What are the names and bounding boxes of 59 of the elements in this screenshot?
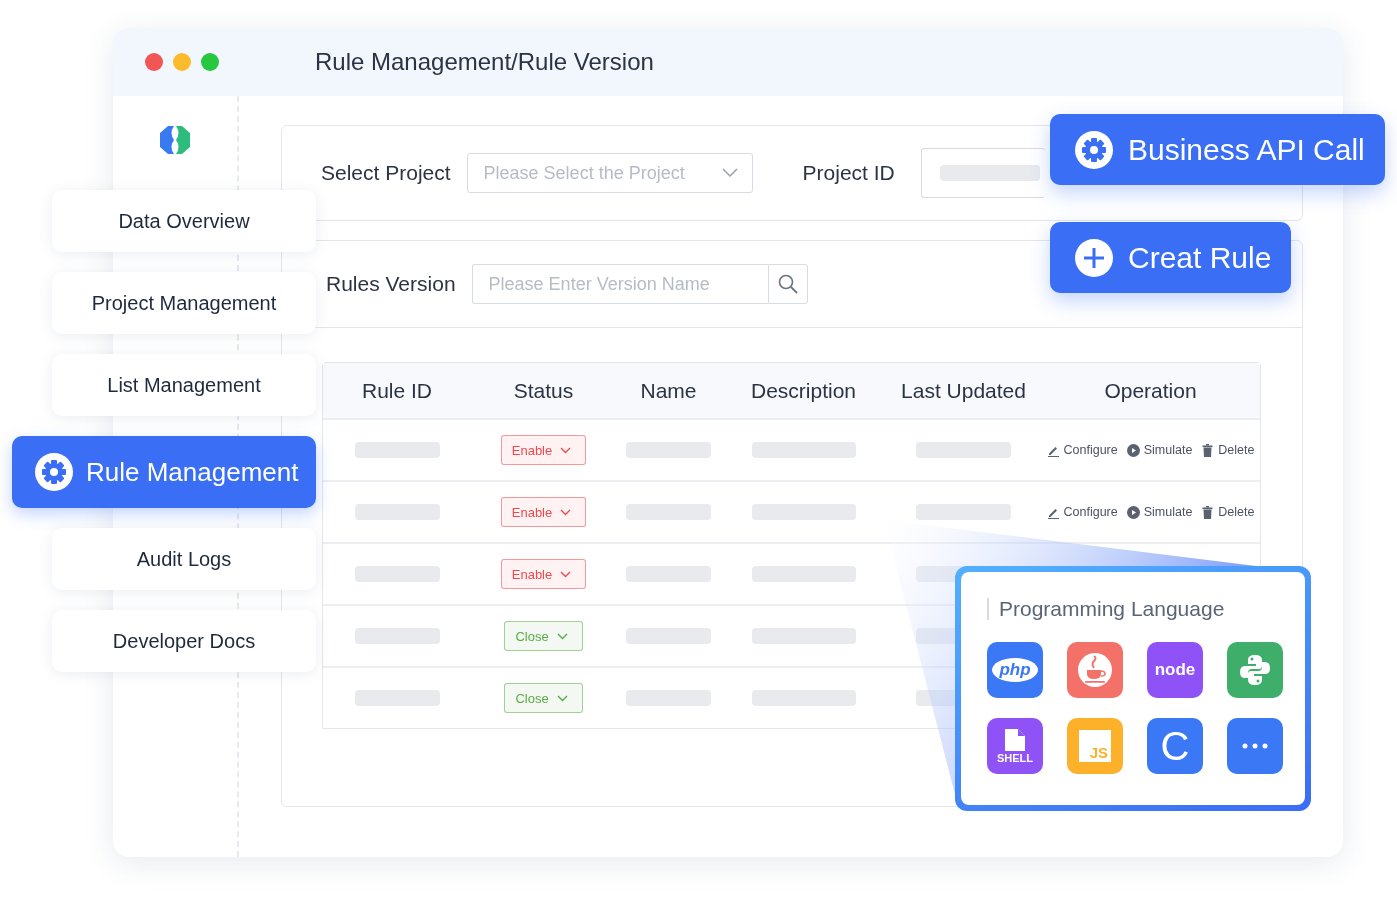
- status-dropdown[interactable]: Enable: [500, 497, 587, 527]
- chevron-down-icon: [560, 508, 572, 516]
- status-dropdown[interactable]: Close: [504, 621, 583, 651]
- java-cup-icon[interactable]: [1067, 642, 1123, 698]
- column-header: Status: [512, 378, 575, 403]
- column-header: Rule ID: [361, 378, 433, 403]
- settings-icon: [1074, 129, 1114, 170]
- chevron-down-icon: [721, 168, 738, 178]
- logo-icon: [158, 126, 192, 154]
- sidebar-item[interactable]: Rule Management: [12, 436, 316, 508]
- status-dropdown[interactable]: Close: [504, 683, 583, 713]
- trash-icon: [1201, 505, 1215, 519]
- project-id-field[interactable]: [920, 148, 1045, 198]
- panel-title: Programming Language: [987, 598, 1305, 620]
- sidebar-item[interactable]: Developer Docs: [52, 610, 316, 672]
- search-button[interactable]: [767, 264, 808, 304]
- column-header: Name: [639, 378, 698, 403]
- language-button[interactable]: php: [987, 642, 1043, 698]
- sidebar-item[interactable]: Data Overview: [52, 190, 316, 252]
- column-header: Description: [749, 378, 857, 403]
- chevron-down-icon: [560, 446, 572, 454]
- window-title: Rule Management/Rule Version: [314, 48, 654, 76]
- chevron-down-icon: [556, 694, 568, 702]
- chevron-down-icon: [560, 570, 572, 578]
- language-button[interactable]: SHELL: [987, 718, 1043, 774]
- file-icon: [1005, 728, 1025, 751]
- chevron-down-icon: [556, 632, 568, 640]
- delete-link[interactable]: Delete: [1201, 505, 1255, 519]
- play-icon: [1126, 443, 1140, 457]
- window-control[interactable]: [201, 53, 219, 71]
- language-button[interactable]: node: [1147, 642, 1203, 698]
- plus-icon: [1074, 237, 1114, 278]
- api-call-button[interactable]: Business API Call: [1050, 114, 1385, 185]
- window-control[interactable]: [145, 53, 163, 71]
- simulate-link[interactable]: Simulate: [1126, 443, 1193, 457]
- column-header: Operation: [1103, 378, 1198, 403]
- column-header: Last Updated: [900, 378, 1027, 403]
- delete-link[interactable]: Delete: [1201, 443, 1255, 457]
- sidebar-item[interactable]: Audit Logs: [52, 528, 316, 590]
- field-label: Rules Version: [326, 272, 456, 296]
- play-icon: [1126, 505, 1140, 519]
- status-dropdown[interactable]: Enable: [500, 435, 587, 465]
- window-control[interactable]: [173, 53, 191, 71]
- sidebar-item[interactable]: Project Management: [52, 272, 316, 334]
- trash-icon: [1201, 443, 1215, 457]
- settings-icon: [34, 452, 74, 492]
- search-icon: [777, 274, 798, 294]
- more-icon[interactable]: [1227, 718, 1283, 774]
- snake-icon[interactable]: [1227, 642, 1283, 698]
- create-rule-button[interactable]: Creat Rule: [1050, 222, 1292, 293]
- sidebar-item[interactable]: List Management: [52, 354, 316, 416]
- search-field[interactable]: Please Enter Version Name: [471, 264, 768, 304]
- configure-link[interactable]: Configure: [1046, 505, 1118, 519]
- status-dropdown[interactable]: Enable: [500, 559, 587, 589]
- language-button[interactable]: C: [1147, 718, 1203, 774]
- simulate-link[interactable]: Simulate: [1126, 505, 1193, 519]
- field-label: Project ID: [802, 161, 895, 185]
- configure-link[interactable]: Configure: [1046, 443, 1118, 457]
- field-label: Select Project: [321, 161, 451, 185]
